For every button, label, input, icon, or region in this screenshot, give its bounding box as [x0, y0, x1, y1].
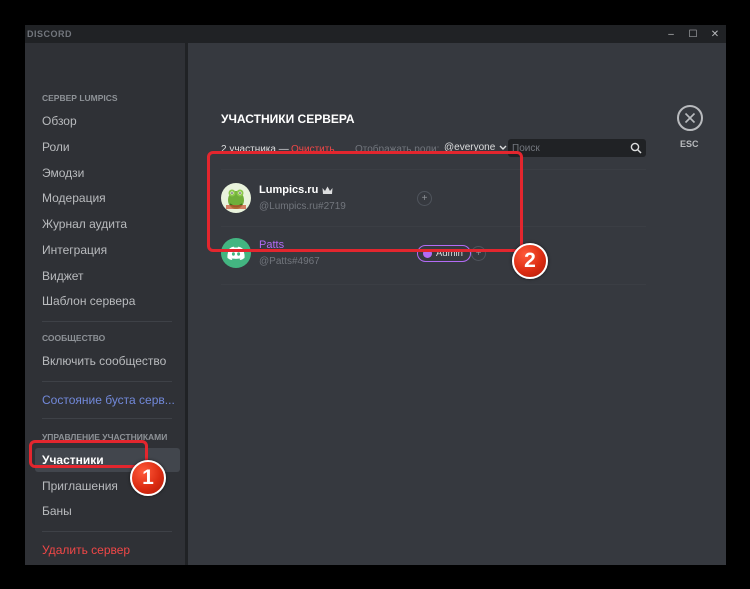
- sidebar-item-delete-server[interactable]: Удалить сервер: [35, 538, 180, 562]
- search-icon: [630, 142, 642, 154]
- close-button[interactable]: [677, 105, 703, 131]
- title-bar: DISCORD – ☐ ✕: [25, 25, 726, 43]
- sidebar-item-server-template[interactable]: Шаблон сервера: [35, 289, 180, 313]
- search-field[interactable]: [508, 139, 646, 157]
- sidebar-item-widget[interactable]: Виджет: [35, 264, 180, 288]
- sidebar-item-emoji[interactable]: Эмодзи: [35, 161, 180, 185]
- step-badge-2: 2: [512, 243, 548, 279]
- app-title: DISCORD: [27, 29, 73, 39]
- minimize-button[interactable]: –: [660, 25, 682, 43]
- maximize-button[interactable]: ☐: [682, 25, 704, 43]
- sidebar-item-enable-community[interactable]: Включить сообщество: [35, 349, 180, 373]
- sidebar-divider: [42, 418, 172, 419]
- sidebar-divider: [42, 381, 172, 382]
- members-panel: УЧАСТНИКИ СЕРВЕРА 2 участника — Очистить…: [188, 43, 726, 565]
- sidebar-divider: [42, 531, 172, 532]
- list-divider: [221, 284, 646, 285]
- sidebar-item-bans[interactable]: Баны: [35, 499, 180, 523]
- close-icon: [684, 112, 696, 124]
- highlight-member-list: [207, 151, 523, 252]
- section-header-server: СЕРВЕР LUMPICS: [42, 93, 118, 103]
- search-input[interactable]: [512, 139, 622, 157]
- sidebar-item-moderation[interactable]: Модерация: [35, 186, 180, 210]
- esc-label: ESC: [680, 139, 699, 149]
- member-tag: @Patts#4967: [259, 256, 320, 267]
- sidebar-item-overview[interactable]: Обзор: [35, 109, 180, 133]
- highlight-members-nav: [29, 440, 148, 468]
- close-window-button[interactable]: ✕: [704, 25, 726, 43]
- page-title: УЧАСТНИКИ СЕРВЕРА: [221, 112, 355, 126]
- sidebar-divider: [42, 321, 172, 322]
- window-controls: – ☐ ✕: [660, 25, 726, 43]
- chevron-down-icon: [499, 145, 507, 150]
- close-settings[interactable]: ESC: [677, 105, 707, 149]
- step-badge-1: 1: [130, 460, 166, 496]
- sidebar-item-roles[interactable]: Роли: [35, 135, 180, 159]
- sidebar-item-audit-log[interactable]: Журнал аудита: [35, 212, 180, 236]
- sidebar-item-integrations[interactable]: Интеграция: [35, 238, 180, 262]
- sidebar-item-boost-status[interactable]: Состояние буста серв...: [35, 388, 180, 412]
- section-header-community: СООБЩЕСТВО: [42, 333, 106, 343]
